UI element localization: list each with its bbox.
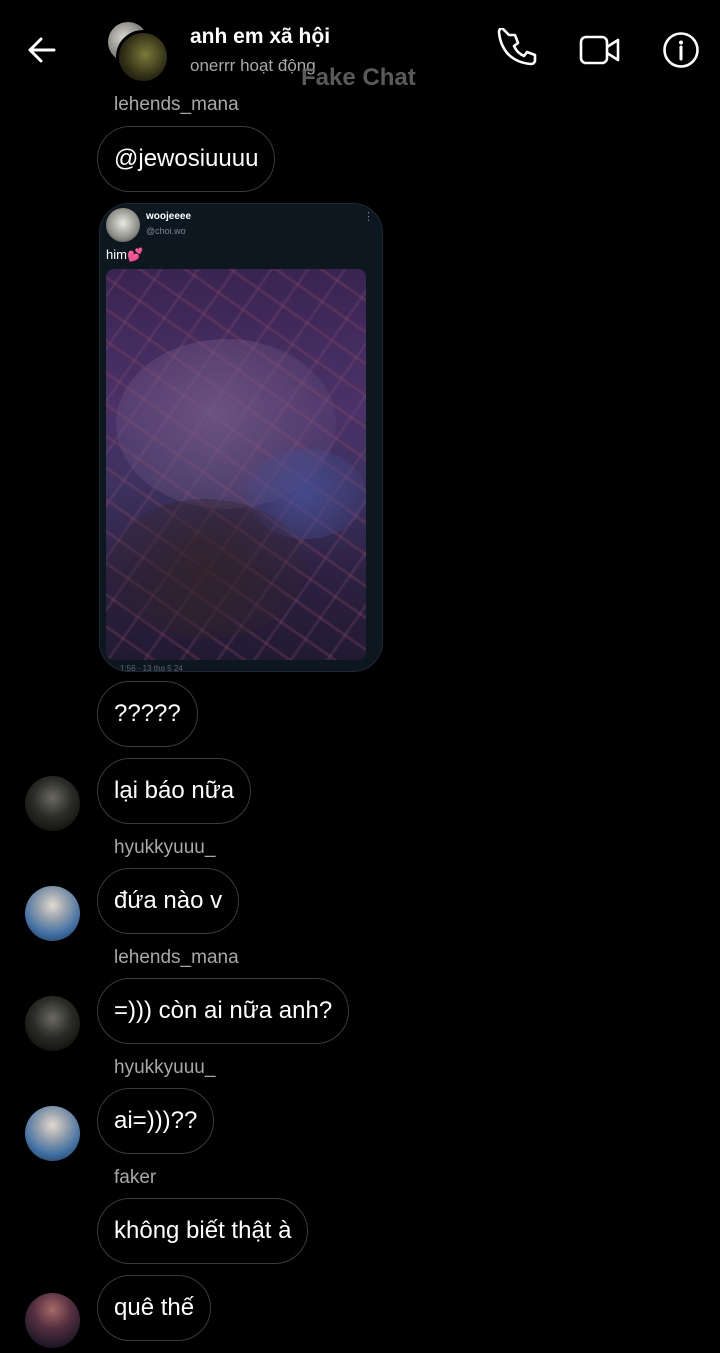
group-avatar[interactable] (106, 20, 170, 84)
avatar-lehends-mana[interactable] (25, 776, 80, 831)
message-bubble[interactable]: ai=)))?? (97, 1088, 215, 1154)
chat-title[interactable]: anh em xã hội (190, 25, 330, 49)
message-bubble[interactable]: lại báo nữa (97, 758, 252, 824)
post-author-name: woojeeee (146, 211, 192, 222)
sender-name: lehends_mana (114, 94, 239, 115)
active-status: onerrr hoạt động (190, 56, 316, 75)
post-caption: him💕 (106, 247, 143, 263)
phone-icon (497, 26, 537, 66)
watermark: Fake Chat (301, 64, 416, 91)
message-bubble[interactable]: =))) còn ai nữa anh? (97, 978, 350, 1044)
heart-emoji: 💕 (126, 247, 144, 262)
avatar-lehends-mana[interactable] (25, 996, 80, 1051)
avatar-hyukkyuuu[interactable] (25, 886, 80, 941)
sender-name: hyukkyuuu_ (114, 1057, 216, 1078)
message-bubble[interactable]: ????? (97, 681, 198, 747)
video-camera-icon (579, 35, 620, 65)
message-bubble[interactable]: quê thế (97, 1275, 212, 1341)
message-bubble[interactable]: không biết thật à (97, 1198, 309, 1264)
post-caption-text: him (106, 247, 127, 262)
back-arrow-icon (28, 37, 56, 63)
sender-name: lehends_mana (114, 947, 239, 968)
conversation-info-button[interactable] (660, 28, 704, 72)
post-author-avatar (106, 208, 140, 242)
voice-call-button[interactable] (497, 26, 541, 72)
sender-name: hyukkyuuu_ (114, 837, 216, 858)
video-call-button[interactable] (578, 28, 622, 72)
more-options-icon: ⋮ (363, 211, 374, 223)
chat-header: anh em xã hội onerrr hoạt động Fake Chat (0, 0, 720, 100)
shared-post-card[interactable]: woojeeee @choi.wo ⋮ him💕 1:56 · 13 thg 5… (99, 203, 383, 672)
post-author-handle: @choi.wo (146, 226, 186, 236)
post-timestamp: 1:56 · 13 thg 5 24 (120, 664, 183, 672)
avatar-hyukkyuuu[interactable] (25, 1106, 80, 1161)
sender-name: faker (114, 1167, 157, 1188)
back-button[interactable] (22, 30, 62, 70)
post-photo (106, 269, 366, 660)
message-bubble[interactable]: @jewosiuuuu (97, 126, 276, 192)
message-bubble[interactable]: đứa nào v (97, 868, 240, 934)
info-icon (663, 32, 699, 68)
group-avatar-member-2 (116, 30, 170, 84)
avatar-faker[interactable] (25, 1293, 80, 1348)
